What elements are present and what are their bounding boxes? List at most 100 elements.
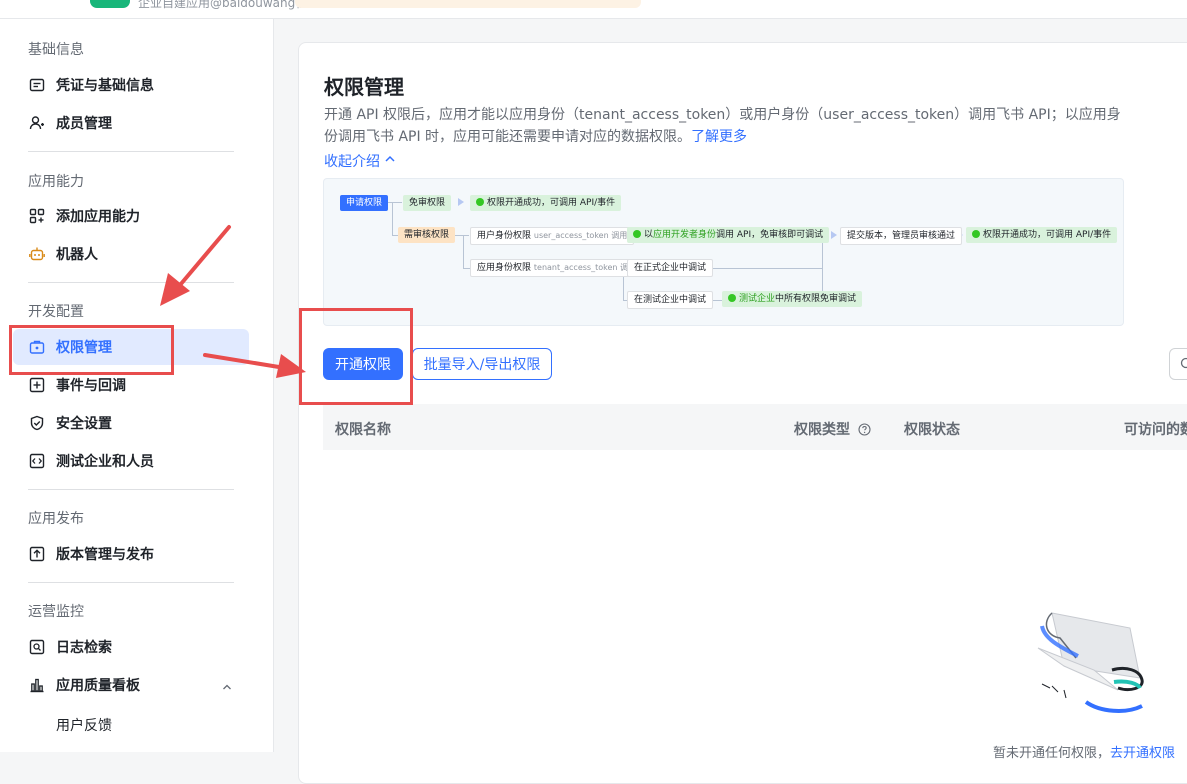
shield-icon — [28, 414, 46, 432]
flow-text: 用户身份权限 — [477, 231, 531, 241]
go-enable-permission-link[interactable]: 去开通权限 — [1110, 746, 1175, 761]
flow-step-prod-debug: 在正式企业中调试 — [627, 259, 713, 277]
collapse-label: 收起介绍 — [324, 151, 380, 171]
sidebar-item-members[interactable]: 成员管理 — [13, 105, 249, 141]
collapse-intro-toggle[interactable]: 收起介绍 — [324, 151, 396, 171]
sidebar-item-versions[interactable]: 版本管理与发布 — [13, 536, 249, 572]
column-header-label: 权限类型 — [794, 422, 850, 438]
sidebar-item-label: 安全设置 — [56, 413, 112, 433]
chart-icon — [28, 676, 46, 694]
flow-connector — [704, 268, 822, 269]
flow-text: 调用 API，免审核即可调试 — [716, 230, 823, 240]
annotation-highlight-box — [299, 308, 413, 405]
flow-text: 应用身份权限 — [477, 263, 531, 273]
flow-arrow-icon — [458, 198, 464, 206]
permission-table-header: 权限名称 权限类型 权限状态 可访问的数 — [323, 404, 1187, 450]
annotation-highlight-box — [9, 325, 174, 375]
search-input[interactable] — [1169, 348, 1187, 380]
chevron-up-icon[interactable] — [221, 678, 233, 697]
section-title-capability: 应用能力 — [28, 171, 84, 191]
sidebar-subitem-feedback[interactable]: 用户反馈 — [56, 715, 112, 735]
dev-badge-icon — [633, 230, 641, 238]
section-title-release: 应用发布 — [28, 508, 84, 528]
sidebar-item-label: 应用质量看板 — [56, 675, 140, 695]
app-subtitle: 企业自建应用@baidouwang社区 — [138, 0, 319, 11]
sidebar-divider — [28, 151, 234, 152]
upload-icon — [28, 545, 46, 563]
sidebar: 基础信息 凭证与基础信息 成员管理 应用能力 添加应用能力 机器人 开发配置 权… — [0, 19, 274, 752]
sidebar-item-security[interactable]: 安全设置 — [13, 405, 249, 441]
flow-text: 权限开通成功，可调用 API/事件 — [487, 198, 615, 208]
help-icon[interactable] — [858, 423, 871, 440]
sidebar-item-label: 凭证与基础信息 — [56, 75, 154, 95]
sidebar-divider — [28, 489, 234, 490]
sidebar-item-add-capability[interactable]: 添加应用能力 — [13, 198, 249, 234]
flow-step-review: 需审核权限 — [398, 227, 455, 243]
app-logo — [90, 0, 130, 8]
flow-connector — [463, 235, 464, 268]
member-add-icon — [28, 114, 46, 132]
top-bar: 企业自建应用@baidouwang社区 — [0, 0, 1187, 19]
flow-step-success-long: 权限开通成功，可调用 API/事件 — [966, 227, 1117, 243]
flow-connector — [392, 202, 393, 235]
code-icon — [28, 452, 46, 470]
sidebar-item-test-enterprise[interactable]: 测试企业和人员 — [13, 443, 249, 479]
flow-step-app-identity: 应用身份权限 tenant_access_token 调用 — [470, 259, 643, 277]
sidebar-item-label: 事件与回调 — [56, 375, 126, 395]
page-title: 权限管理 — [324, 71, 404, 100]
dev-badge-icon — [728, 294, 736, 302]
sidebar-item-label: 机器人 — [56, 244, 98, 264]
flow-step-success-short: 权限开通成功，可调用 API/事件 — [470, 195, 621, 211]
search-icon — [1180, 356, 1187, 375]
sidebar-item-label: 测试企业和人员 — [56, 451, 154, 471]
flow-step-test-debug: 在测试企业中调试 — [627, 291, 713, 309]
section-title-basic: 基础信息 — [28, 39, 84, 59]
sidebar-item-robot[interactable]: 机器人 — [13, 236, 249, 272]
chevron-up-icon — [384, 153, 396, 169]
app-grid-icon — [28, 207, 46, 225]
flow-step-app-dev-debug: 以应用开发者身份调用 API，免审核即可调试 — [627, 227, 829, 243]
flow-step-apply: 申请权限 — [340, 195, 388, 211]
flow-arrow-icon — [831, 231, 837, 239]
sidebar-item-credentials[interactable]: 凭证与基础信息 — [13, 67, 249, 103]
sidebar-item-label: 成员管理 — [56, 113, 112, 133]
learn-more-link[interactable]: 了解更多 — [691, 129, 747, 145]
sidebar-divider — [28, 282, 234, 283]
section-title-dev: 开发配置 — [28, 301, 84, 321]
flow-connector — [455, 235, 469, 236]
sidebar-item-label: 添加应用能力 — [56, 206, 140, 226]
permission-flow-diagram: 申请权限 免审权限 权限开通成功，可调用 API/事件 需审核权限 用户身份权限… — [323, 178, 1124, 326]
check-circle-icon — [476, 198, 484, 206]
credential-icon — [28, 76, 46, 94]
empty-state-illustration — [1030, 608, 1150, 722]
intro-text: 开通 API 权限后，应用才能以应用身份（tenant_access_token… — [324, 104, 1124, 148]
sidebar-item-quality-board[interactable]: 应用质量看板 — [13, 667, 249, 703]
flow-step-submit: 提交版本，管理员审核通过 — [840, 227, 962, 245]
batch-import-export-button[interactable]: 批量导入/导出权限 — [412, 348, 552, 380]
notice-banner — [295, 0, 641, 8]
flow-text-muted: tenant_access_token 调用 — [534, 263, 636, 272]
column-header-type: 权限类型 — [794, 419, 871, 440]
flow-text: 权限开通成功，可调用 API/事件 — [983, 230, 1111, 240]
empty-state-message: 暂未开通任何权限， — [993, 746, 1110, 761]
check-circle-icon — [972, 230, 980, 238]
robot-icon — [28, 245, 46, 263]
section-title-monitor: 运营监控 — [28, 601, 84, 621]
flow-text: 中所有权限免审调试 — [775, 294, 856, 304]
event-icon — [28, 376, 46, 394]
flow-text: 以 — [644, 230, 653, 240]
sidebar-divider — [28, 582, 234, 583]
column-header-status: 权限状态 — [904, 419, 960, 439]
sidebar-item-label: 日志检索 — [56, 637, 112, 657]
flow-text-highlight: 测试企业 — [739, 294, 775, 304]
sidebar-item-log-search[interactable]: 日志检索 — [13, 629, 249, 665]
column-header-data-scope: 可访问的数 — [1124, 419, 1187, 439]
flow-step-free: 免审权限 — [403, 195, 451, 211]
column-header-name: 权限名称 — [335, 419, 391, 439]
flow-text-muted: user_access_token 调用 — [534, 231, 627, 240]
sidebar-item-label: 版本管理与发布 — [56, 544, 154, 564]
log-search-icon — [28, 638, 46, 656]
flow-text-highlight: 应用开发者身份 — [653, 230, 716, 240]
flow-step-test-free: 测试企业中所有权限免审调试 — [722, 291, 862, 307]
flow-step-user-identity: 用户身份权限 user_access_token 调用 — [470, 227, 634, 245]
